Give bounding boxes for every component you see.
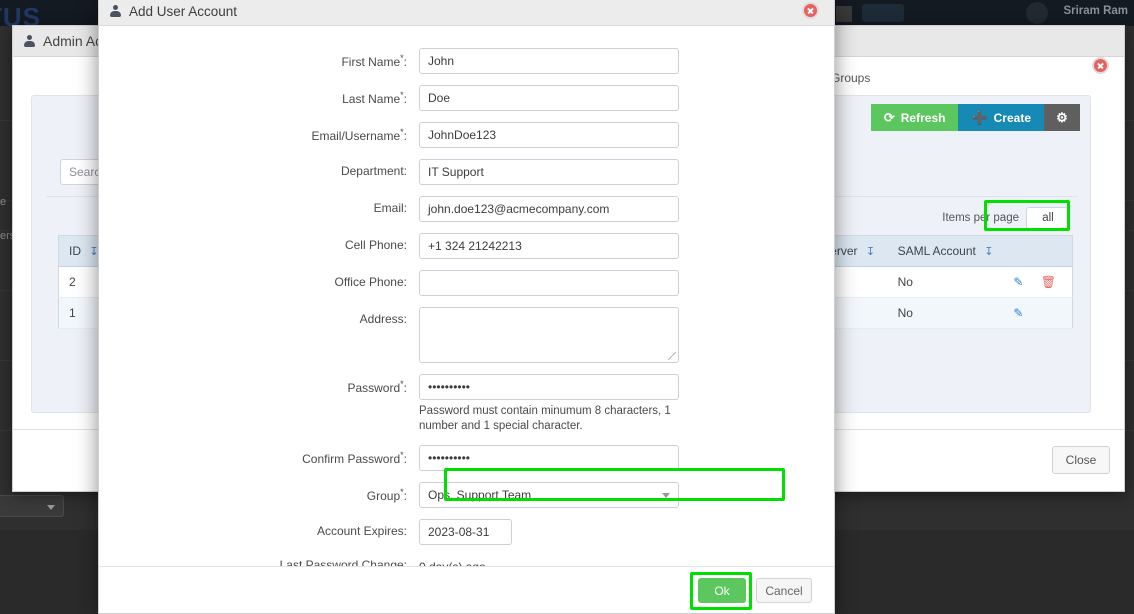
ok-button[interactable]: Ok: [698, 578, 746, 603]
user-dialog-title: Add User Account: [129, 4, 237, 19]
cell-saml: No: [888, 298, 1004, 329]
field-row-address: Address:: [99, 307, 834, 363]
username-label: Email/Username*:: [99, 122, 419, 143]
email-label: Email:: [99, 196, 419, 215]
settings-button[interactable]: ⚙: [1044, 104, 1080, 131]
first-name-label: First Name*:: [99, 48, 419, 69]
cell-actions: ✎ 🗑: [1003, 267, 1072, 298]
username-field[interactable]: JohnDoe123: [419, 122, 679, 148]
group-select[interactable]: Ops. Support Team: [419, 482, 679, 508]
field-row-password: Password*: •••••••••• Password must cont…: [99, 374, 834, 434]
topbar-button[interactable]: [862, 4, 904, 22]
close-icon[interactable]: [802, 2, 819, 19]
account-expires-label: Account Expires:: [99, 519, 419, 538]
group-label: Group*:: [99, 482, 419, 503]
field-row-cell-phone: Cell Phone: +1 324 21242213: [99, 233, 834, 259]
password-field[interactable]: ••••••••••: [419, 374, 679, 400]
column-header-actions: [1003, 236, 1072, 267]
user-dialog-header: Add User Account: [99, 0, 834, 26]
gear-icon: ⚙: [1056, 111, 1068, 124]
field-row-confirm-password: Confirm Password*: ••••••••••: [99, 445, 834, 471]
field-row-email: Email: john.doe123@acmecompany.com: [99, 196, 834, 222]
confirm-password-field[interactable]: ••••••••••: [419, 445, 679, 471]
create-button-label: Create: [994, 111, 1031, 125]
column-header-saml-account[interactable]: SAML Account ↧: [888, 236, 1004, 267]
chevron-down-icon: [47, 505, 55, 510]
last-name-label: Last Name*:: [99, 85, 419, 106]
field-row-office-phone: Office Phone:: [99, 270, 834, 296]
user-dialog-footer: Ok Cancel: [99, 566, 834, 613]
password-label: Password*:: [99, 374, 419, 395]
office-phone-label: Office Phone:: [99, 270, 419, 289]
admin-dialog-close-icon[interactable]: [1092, 57, 1109, 74]
topbar-square-icon[interactable]: [836, 6, 852, 22]
field-row-group: Group*: Ops. Support Team: [99, 482, 834, 508]
items-per-page-value[interactable]: all: [1026, 207, 1070, 229]
refresh-icon: ⟳: [884, 111, 895, 124]
account-expires-field[interactable]: 2023-08-31: [419, 519, 512, 545]
field-row-last-name: Last Name*: Doe: [99, 85, 834, 111]
address-field[interactable]: [419, 307, 679, 363]
person-icon: [23, 35, 36, 48]
field-row-username: Email/Username*: JohnDoe123: [99, 122, 834, 148]
field-row-department: Department: IT Support: [99, 159, 834, 185]
filter-dropdown[interactable]: ter: [0, 495, 64, 517]
cell-actions: ✎: [1003, 298, 1072, 329]
address-label: Address:: [99, 307, 419, 326]
trash-icon[interactable]: 🗑: [1041, 275, 1056, 289]
cell-saml: No: [888, 267, 1004, 298]
user-name-label: Sriram Ram: [1063, 5, 1128, 17]
office-phone-field[interactable]: [419, 270, 679, 296]
edit-icon[interactable]: ✎: [1013, 275, 1023, 289]
refresh-button-label: Refresh: [901, 111, 946, 125]
sort-icon: ↧: [984, 245, 993, 258]
department-field[interactable]: IT Support: [419, 159, 679, 185]
cancel-button[interactable]: Cancel: [756, 578, 812, 603]
email-field[interactable]: john.doe123@acmecompany.com: [419, 196, 679, 222]
add-user-account-dialog: Add User Account First Name*: John Last …: [98, 0, 835, 614]
refresh-button[interactable]: ⟳ Refresh: [871, 104, 959, 131]
sort-icon: ↧: [866, 245, 875, 258]
close-button[interactable]: Close: [1052, 446, 1110, 474]
field-row-first-name: First Name*: John: [99, 48, 834, 74]
first-name-field[interactable]: John: [419, 48, 679, 74]
user-dialog-body: First Name*: John Last Name*: Doe Email/…: [99, 26, 834, 586]
sidebar-item-partial-1[interactable]: e: [0, 196, 6, 208]
items-per-page: Items per page all: [942, 207, 1070, 229]
field-row-account-expires: Account Expires: 2023-08-31: [99, 519, 834, 545]
admin-toolbar: ⟳ Refresh ➕ Create ⚙: [871, 104, 1080, 131]
items-per-page-label: Items per page: [942, 212, 1019, 224]
avatar[interactable]: [1026, 2, 1048, 24]
plus-icon: ➕: [971, 111, 987, 124]
chevron-down-icon: [662, 493, 670, 498]
edit-icon[interactable]: ✎: [1013, 306, 1023, 320]
cell-phone-label: Cell Phone:: [99, 233, 419, 252]
password-hint: Password must contain minumum 8 characte…: [419, 404, 681, 434]
cell-phone-field[interactable]: +1 324 21242213: [419, 233, 679, 259]
confirm-password-label: Confirm Password*:: [99, 445, 419, 466]
last-name-field[interactable]: Doe: [419, 85, 679, 111]
create-button[interactable]: ➕ Create: [958, 104, 1044, 131]
department-label: Department:: [99, 159, 419, 178]
person-icon: [109, 5, 122, 18]
